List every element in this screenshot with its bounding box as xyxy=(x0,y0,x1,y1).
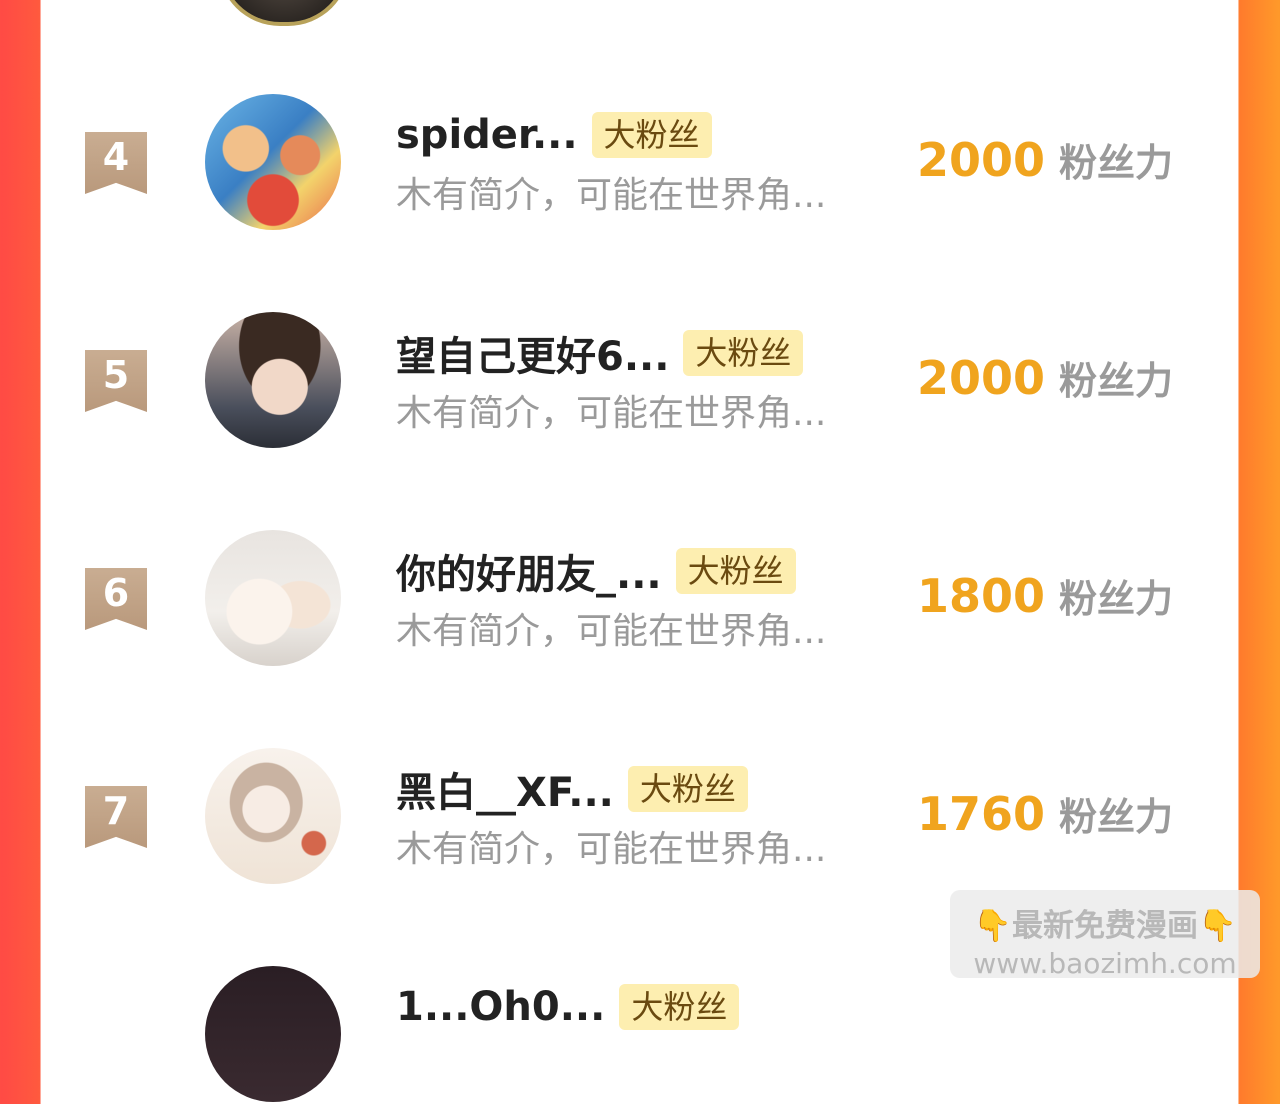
fan-level-badge: 大粉丝 xyxy=(619,984,740,1030)
user-name[interactable]: 你的好朋友_... xyxy=(396,542,662,600)
watermark-url: www.baozimh.com xyxy=(973,947,1237,980)
fan-level-badge: 大粉丝 xyxy=(683,330,804,376)
score-value: 2000 xyxy=(917,351,1046,405)
rank-badge: 4 xyxy=(85,132,147,194)
pointing-down-icon: 👇 xyxy=(973,908,1012,944)
user-bio: 木有简介，可能在世界角... xyxy=(396,829,827,870)
user-bio: 木有简介，可能在世界角... xyxy=(396,393,827,434)
score-unit: 粉丝力 xyxy=(1059,577,1174,621)
user-name[interactable]: 1...Oh0... xyxy=(396,984,605,1030)
list-item[interactable]: 7 黑白__XF... 大粉丝 木有简介，可能在世界角... 1760 粉丝力 xyxy=(0,746,1280,886)
user-name[interactable]: 望自己更好6... xyxy=(396,324,669,382)
fan-score: 1760 粉丝力 xyxy=(917,786,1173,841)
score-unit: 粉丝力 xyxy=(1059,141,1174,185)
score-unit: 粉丝力 xyxy=(1059,795,1174,839)
fan-score: 1800 粉丝力 xyxy=(917,568,1173,623)
fan-level-badge: 大粉丝 xyxy=(675,548,796,594)
user-bio: 木有简介，可能在世界角... xyxy=(396,175,827,216)
list-item[interactable]: 4 spider... 大粉丝 木有简介，可能在世界角... 2000 粉丝力 xyxy=(0,92,1280,232)
fan-level-badge: 大粉丝 xyxy=(627,766,748,812)
score-value: 2000 xyxy=(917,133,1046,187)
score-value: 1760 xyxy=(917,787,1046,841)
user-bio: 木有简介，可能在世界角... xyxy=(396,611,827,652)
list-item[interactable]: 1...Oh0... 大粉丝 xyxy=(0,964,1280,1104)
score-value: 1800 xyxy=(917,569,1046,623)
user-name[interactable]: spider... xyxy=(396,112,578,158)
list-item[interactable]: 6 你的好朋友_... 大粉丝 木有简介，可能在世界角... 1800 粉丝力 xyxy=(0,528,1280,668)
avatar[interactable] xyxy=(205,530,341,666)
pointing-down-icon: 👇 xyxy=(1198,908,1237,944)
user-name[interactable]: 黑白__XF... xyxy=(396,760,614,818)
list-item[interactable]: 5 望自己更好6... 大粉丝 木有简介，可能在世界角... 2000 粉丝力 xyxy=(0,310,1280,450)
avatar[interactable] xyxy=(205,94,341,230)
score-unit: 粉丝力 xyxy=(1059,359,1174,403)
fan-score: 2000 粉丝力 xyxy=(917,350,1173,405)
avatar[interactable] xyxy=(205,748,341,884)
rank-badge: 6 xyxy=(85,568,147,630)
fan-level-badge: 大粉丝 xyxy=(591,112,712,158)
avatar[interactable] xyxy=(205,966,341,1102)
watermark-text: 最新免费漫画 xyxy=(1012,908,1198,944)
avatar[interactable] xyxy=(205,312,341,448)
rank-badge: 7 xyxy=(85,786,147,848)
rank-badge: 5 xyxy=(85,350,147,412)
watermark: 👇最新免费漫画👇 www.baozimh.com xyxy=(950,890,1260,980)
fan-score: 2000 粉丝力 xyxy=(917,132,1173,187)
